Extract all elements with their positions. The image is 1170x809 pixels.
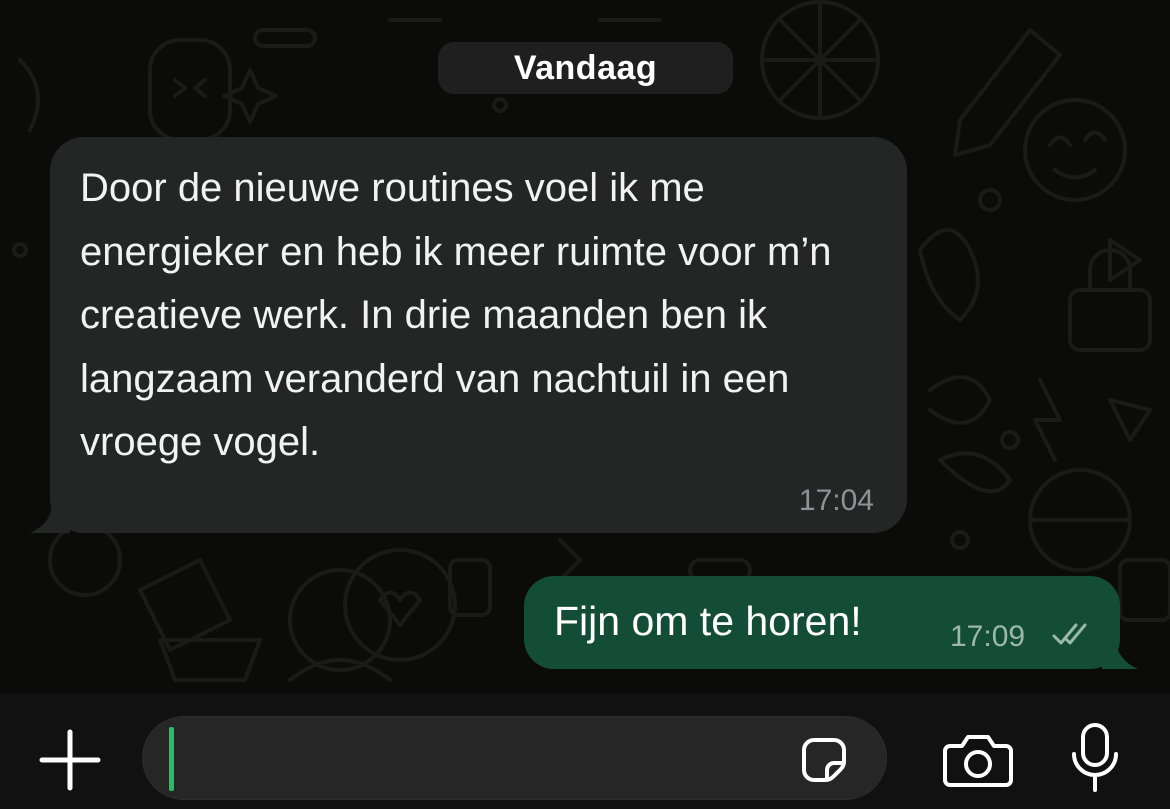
bubble-tail xyxy=(1102,639,1138,669)
sticker-icon[interactable] xyxy=(798,734,850,786)
message-text: Fijn om te horen! xyxy=(554,598,862,644)
double-check-icon xyxy=(1052,623,1087,645)
microphone-icon[interactable] xyxy=(1068,722,1122,794)
outgoing-message-bubble[interactable]: Fijn om te horen! 17:09 xyxy=(524,576,1138,669)
message-input[interactable] xyxy=(142,716,887,800)
plus-icon[interactable] xyxy=(38,728,102,792)
message-text: Door de nieuwe routines voel ik me energ… xyxy=(80,166,832,464)
message-timestamp: 17:09 xyxy=(950,620,1026,653)
camera-icon[interactable] xyxy=(942,732,1014,788)
text-caret xyxy=(169,727,174,791)
bubble-tail xyxy=(30,503,70,533)
message-timestamp: 17:04 xyxy=(798,484,874,517)
incoming-message-bubble[interactable]: Door de nieuwe routines voel ik me energ… xyxy=(30,137,907,533)
date-separator: Vandaag xyxy=(438,42,733,94)
